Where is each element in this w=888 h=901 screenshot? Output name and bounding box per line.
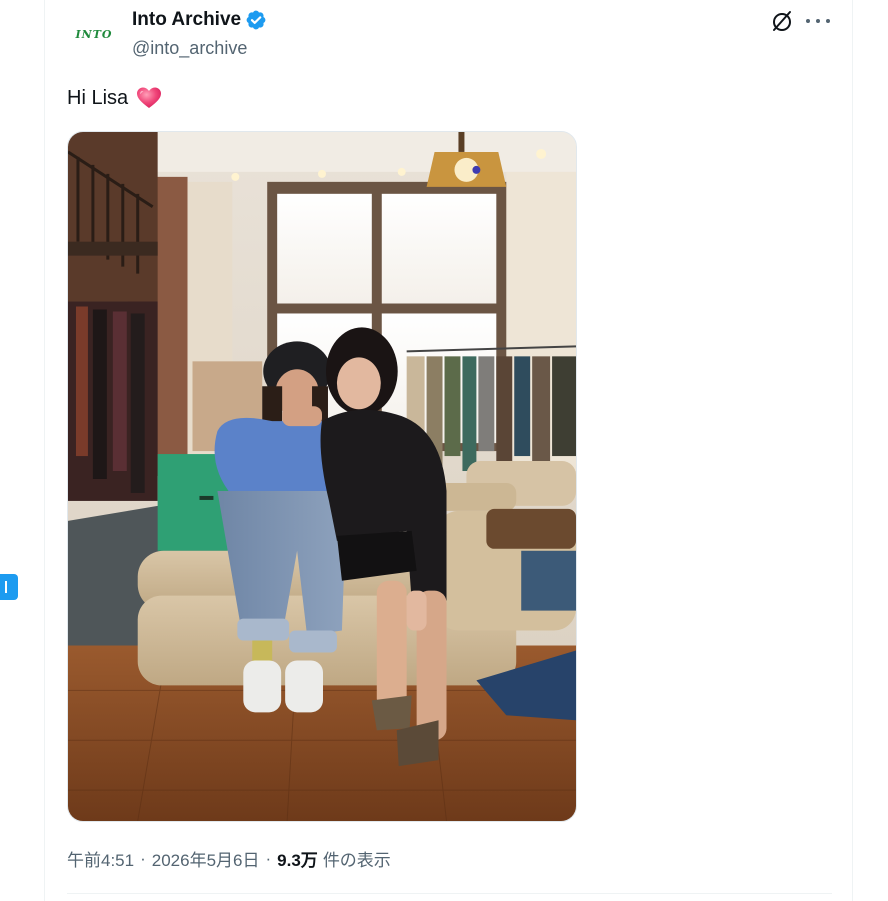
- meta-divider: [67, 893, 832, 894]
- meta-separator: ·: [140, 848, 146, 868]
- verified-badge-icon: [246, 10, 266, 30]
- tweet-photo[interactable]: [67, 131, 577, 822]
- author-handle[interactable]: @into_archive: [132, 38, 247, 59]
- heart-icon: [137, 87, 162, 108]
- tweet-text-content: Hi Lisa: [67, 86, 129, 109]
- display-name[interactable]: Into Archive: [132, 9, 241, 31]
- photo-illustration: [68, 132, 576, 821]
- author-name-row[interactable]: Into Archive: [132, 9, 267, 31]
- avatar-logo-text: INTO: [75, 27, 113, 41]
- grok-icon[interactable]: [770, 9, 794, 33]
- avatar[interactable]: INTO: [66, 14, 122, 54]
- side-scroll-tab[interactable]: [0, 574, 18, 600]
- meta-separator: ·: [265, 848, 272, 868]
- tweet-meta: 午前4:51 · 2026年5月6日 · 9.3万 件の表示: [67, 846, 391, 871]
- column-divider-left: [44, 0, 45, 901]
- tweet-date[interactable]: 2026年5月6日: [152, 846, 260, 871]
- tweet-time[interactable]: 午前4:51: [67, 846, 134, 871]
- tweet-text: Hi Lisa: [67, 86, 162, 110]
- tweet-detail-page: INTO Into Archive @into_archive Hi Lisa: [0, 0, 888, 901]
- column-divider-right: [852, 0, 853, 901]
- more-options-icon[interactable]: [806, 9, 830, 33]
- views-label: 件の表示: [322, 851, 391, 870]
- views-count: 9.3万: [277, 851, 318, 870]
